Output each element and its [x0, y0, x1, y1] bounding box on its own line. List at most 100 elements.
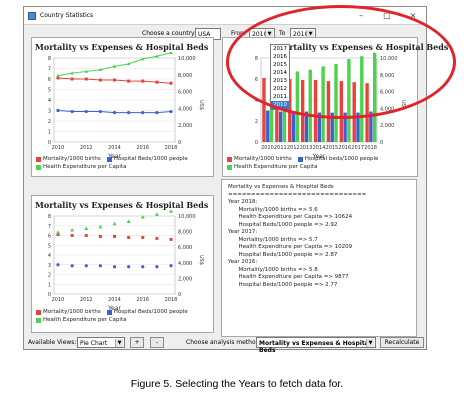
views-dropdown[interactable]: Pie Chart ▼: [77, 337, 125, 348]
chevron-down-icon[interactable]: ▼: [115, 339, 123, 347]
data-point: [127, 111, 131, 115]
app-icon: [28, 11, 36, 20]
views-value: Pie Chart: [80, 340, 108, 347]
add-view-button[interactable]: +: [130, 337, 144, 348]
x-tick-label: 2014: [108, 297, 121, 303]
year-option-selected[interactable]: 2010: [271, 101, 289, 109]
x-tick-label: 2011: [274, 145, 287, 151]
year-option[interactable]: 2011: [271, 93, 289, 101]
data-point: [84, 264, 88, 268]
bar: [266, 110, 270, 142]
y2-tick-label: 0: [178, 292, 181, 298]
y-tick-label: 4: [48, 98, 51, 104]
report-line: Mortality/1000 births => 5.7: [228, 236, 318, 243]
y-tick-label: 0: [255, 140, 258, 146]
bar: [308, 69, 312, 142]
legend-swatch-expenditure: [36, 317, 41, 323]
x-tick-label: 2017: [351, 145, 364, 151]
bar: [356, 112, 360, 142]
figure-caption: Figure 5. Selecting the Years to fetch d…: [130, 378, 344, 390]
data-point: [155, 265, 159, 269]
year-option[interactable]: 2013: [271, 77, 289, 85]
window-title: Country Statistics: [40, 12, 94, 19]
data-point: [155, 111, 159, 115]
line-chart-legend: Mortality/1000 births Hospital Beds/1000…: [36, 156, 194, 172]
bar: [330, 112, 334, 142]
x-tick-label: 2018: [165, 297, 178, 303]
legend-mortality: Mortality/1000 births: [43, 156, 101, 162]
maximize-button[interactable]: □: [374, 11, 400, 20]
method-label: Choose analysis method:: [186, 339, 262, 346]
bar: [295, 71, 300, 142]
report-line: ==============================: [228, 191, 367, 198]
y-tick-label: 2: [48, 273, 51, 279]
y-tick-label: 0: [48, 292, 51, 298]
y2-tick-label: 4,000: [380, 106, 394, 112]
data-point: [127, 265, 131, 269]
x-tick-label: 2012: [287, 145, 300, 151]
bar-chart: 0246802,0004,0006,0008,00010,000US$Year2…: [255, 52, 406, 160]
legend-mortality: Mortality/1000 births: [43, 309, 101, 315]
data-point: [127, 235, 131, 239]
y-tick-label: 3: [48, 109, 51, 115]
bar: [365, 83, 369, 142]
minimize-button[interactable]: –: [348, 11, 374, 20]
year-option[interactable]: 2014: [271, 69, 289, 77]
y2-axis-label: US$: [198, 100, 204, 110]
y2-tick-label: 10,000: [178, 214, 196, 220]
y2-axis-label: US$: [198, 255, 204, 265]
year-option[interactable]: 2012: [271, 85, 289, 93]
bottom-controls: Available Views: Pie Chart ▼ + - Choose …: [24, 337, 426, 354]
legend-expenditure: Health Expenditure per Capita: [43, 164, 127, 170]
y-tick-label: 7: [48, 67, 51, 73]
year-option[interactable]: 2017: [271, 45, 289, 53]
y2-tick-label: 8,000: [178, 73, 192, 79]
year-option[interactable]: 2016: [271, 53, 289, 61]
data-point: [112, 265, 117, 269]
y2-tick-label: 0: [380, 140, 383, 146]
bar: [321, 66, 325, 142]
legend-swatch-expenditure: [36, 164, 41, 170]
remove-view-button[interactable]: -: [150, 337, 164, 348]
data-point: [169, 264, 173, 268]
y-tick-label: 8: [48, 56, 51, 62]
y-tick-label: 6: [48, 234, 51, 240]
method-dropdown[interactable]: Mortality vs Expenses & Hospital Beds ▼: [256, 337, 376, 354]
y2-axis-label: US$: [400, 100, 406, 110]
data-point: [155, 236, 159, 240]
report-line: Year 2018:: [228, 199, 258, 205]
country-label: Choose a country:: [142, 30, 197, 37]
from-year-list[interactable]: 2017 2016 2015 2014 2013 2012 2011 2010: [270, 44, 290, 110]
y2-tick-label: 6,000: [380, 90, 394, 96]
bar: [352, 82, 356, 142]
recalculate-button[interactable]: Recalculate: [380, 337, 424, 348]
x-tick-label: 2016: [136, 145, 149, 151]
chevron-down-icon[interactable]: ▼: [366, 339, 374, 347]
x-tick-label: 2010: [52, 297, 65, 303]
bar: [313, 80, 318, 142]
year-option[interactable]: 2015: [271, 61, 289, 69]
x-tick-label: 2012: [80, 297, 93, 303]
bar: [291, 111, 296, 142]
data-point: [70, 264, 74, 268]
y-tick-label: 0: [48, 140, 51, 146]
close-button[interactable]: ×: [400, 11, 426, 20]
y-tick-label: 8: [48, 214, 51, 220]
y-tick-label: 1: [48, 130, 51, 136]
line-chart: 01234567802,0004,0006,0008,00010,000US$Y…: [48, 52, 204, 160]
report-textarea[interactable]: Mortality vs Expenses & Hospital Beds ==…: [221, 179, 417, 337]
bar: [334, 63, 338, 142]
data-point: [155, 80, 159, 84]
bar: [343, 112, 347, 142]
data-point: [141, 235, 145, 239]
y-tick-label: 2: [48, 119, 51, 125]
x-tick-label: 2014: [313, 145, 326, 151]
report-line: Year 2017:: [228, 229, 258, 235]
y-tick-label: 1: [48, 282, 51, 288]
y2-tick-label: 2,000: [380, 123, 394, 129]
y2-tick-label: 0: [178, 140, 181, 146]
legend-swatch-beds: [106, 156, 112, 162]
bar-chart-title: Mortality vs Expenses & Hospital Beds: [275, 42, 449, 52]
bar: [300, 80, 305, 142]
x-tick-label: 2018: [165, 145, 178, 151]
